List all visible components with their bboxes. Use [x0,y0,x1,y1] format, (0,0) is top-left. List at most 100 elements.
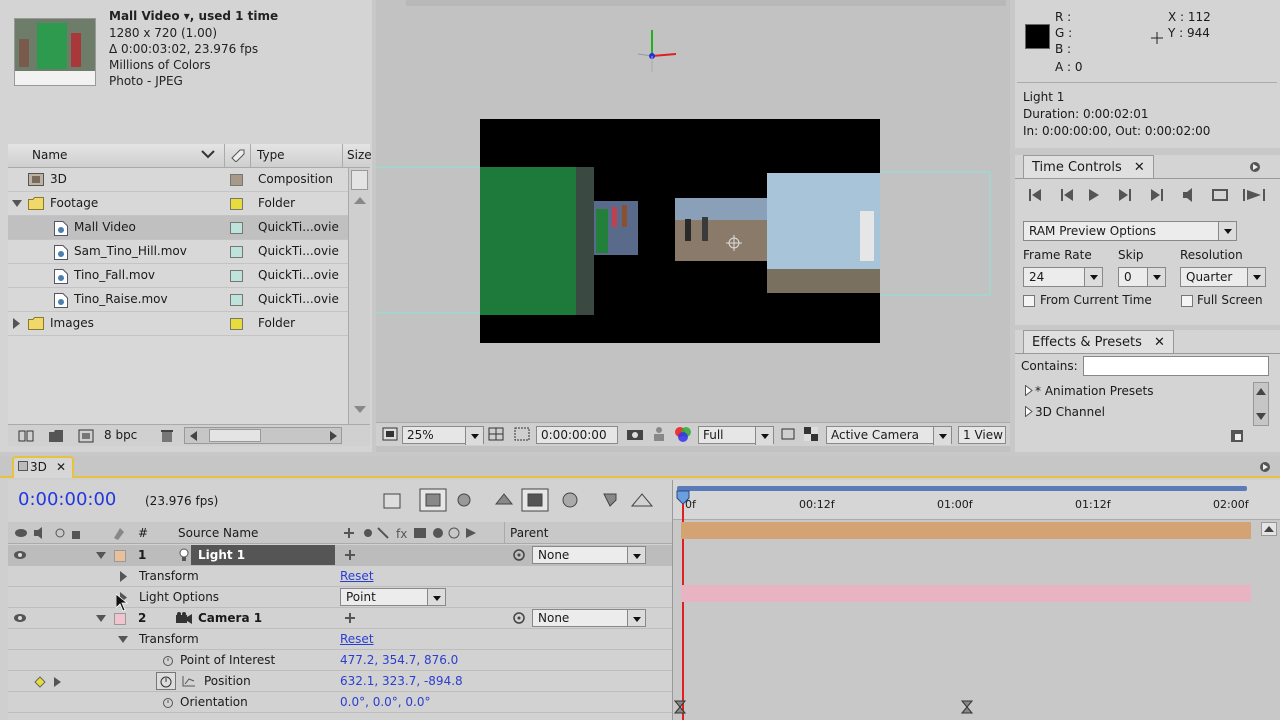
ram-preview-select[interactable]: RAM Preview Options [1023,221,1237,241]
layer-name[interactable]: Light 1 [198,548,245,562]
label-tag-icon[interactable] [230,148,246,162]
disclosure-closed-icon[interactable] [13,318,21,329]
list-item[interactable]: Images Folder [8,312,348,336]
label-swatch[interactable] [230,270,243,282]
transparency-grid-icon[interactable] [804,427,818,441]
graph-icon[interactable] [182,675,196,687]
timeline-switches-toolbar[interactable] [380,488,660,512]
project-scrollbar[interactable] [348,168,370,426]
timeline-timecode[interactable]: 0:00:00:00 [18,489,116,510]
list-item[interactable]: Sam_Tino_Hill.mov QuickTi...ovie [8,240,348,264]
timeline-graph-area[interactable]: 0f 00:12f 01:00f 01:12f 02:00f [672,480,1280,720]
view-layout-select[interactable]: 1 View [958,426,1006,444]
property-row[interactable]: Transform Reset [8,566,672,587]
point-of-interest-value[interactable]: 477.2, 354.7, 876.0 [340,653,458,667]
preview-resolution-select[interactable]: Quarter [1180,267,1266,287]
label-swatch[interactable] [230,174,243,186]
scroll-handle[interactable] [351,170,368,190]
skip-select[interactable]: 0 [1118,267,1166,287]
list-item[interactable]: Mall Video QuickTi...ovie [8,216,348,240]
reset-link[interactable]: Reset [340,569,374,583]
stopwatch-icon[interactable] [162,696,174,708]
chevron-down-icon[interactable] [627,610,645,626]
column-source-name-header[interactable]: Source Name [178,526,258,540]
disclosure-closed-icon[interactable] [120,571,128,582]
effects-item[interactable]: * Animation Presets [1035,384,1153,398]
property-row[interactable]: Orientation 0.0°, 0.0°, 0.0° [8,692,672,713]
effects-item[interactable]: 3D Channel [1035,405,1105,419]
new-composition-icon[interactable] [78,429,94,443]
zoom-select[interactable]: 25% [402,426,484,445]
scroll-thumb[interactable] [209,429,261,442]
column-type-header[interactable]: Type [257,148,285,162]
column-parent-header[interactable]: Parent [510,526,548,540]
scroll-up-icon[interactable] [354,196,366,204]
list-item[interactable]: Tino_Fall.mov QuickTi...ovie [8,264,348,288]
property-row[interactable]: Transform Reset [8,629,672,650]
current-time-display[interactable]: 0:00:00:00 [536,426,618,444]
layer-row-light-1[interactable]: 1 Light 1 None [8,545,672,566]
disclosure-open-icon[interactable] [96,552,106,560]
list-item[interactable]: Tino_Raise.mov QuickTi...ovie [8,288,348,312]
property-row[interactable]: Position 632.1, 323.7, -894.8 [8,671,672,692]
scroll-down-icon[interactable] [354,406,366,414]
panel-menu-icon[interactable] [1227,161,1261,173]
scroll-up-icon[interactable] [1256,387,1266,395]
playback-buttons[interactable] [1025,185,1277,205]
orientation-value[interactable]: 0.0°, 0.0°, 0.0° [340,695,431,709]
tab-3d-comp[interactable]: 3D ✕ [12,456,74,478]
chevron-down-icon[interactable] [1084,268,1102,286]
label-swatch[interactable] [230,222,243,234]
av-switches-icons[interactable] [14,526,124,540]
layer-duration-bar[interactable] [681,585,1251,602]
work-area-bar[interactable] [677,486,1247,491]
keyframe-marker[interactable] [674,700,686,714]
close-icon[interactable]: ✕ [1134,160,1145,175]
chevron-down-icon[interactable] [427,589,445,605]
property-row[interactable]: Point of Interest 477.2, 354.7, 876.0 [8,650,672,671]
safe-margins-icon[interactable] [488,427,504,441]
horizontal-scrollbar[interactable] [184,427,342,444]
effects-search-input[interactable] [1083,356,1269,376]
mask-visibility-icon[interactable] [514,427,530,441]
layer-duration-bar[interactable] [681,522,1251,539]
label-swatch[interactable] [230,198,243,210]
layer-row-camera-1[interactable]: 2 Camera 1 None [8,608,672,629]
stopwatch-active-icon[interactable] [156,672,176,690]
3d-view-select[interactable]: Active Camera [826,426,952,445]
label-swatch[interactable] [230,246,243,258]
show-snapshot-icon[interactable] [652,426,666,442]
disclosure-open-icon[interactable] [96,615,106,623]
time-ruler[interactable]: 0f 00:12f 01:00f 01:12f 02:00f [673,480,1280,520]
new-preset-icon[interactable] [1231,430,1243,442]
tab-time-controls[interactable]: Time Controls ✕ [1023,155,1154,179]
disclosure-open-icon[interactable] [118,636,128,644]
scroll-left-icon[interactable] [189,431,197,441]
list-item[interactable]: Footage Folder [8,192,348,216]
close-icon[interactable]: ✕ [56,460,66,474]
disclosure-closed-icon[interactable] [1025,385,1033,396]
chevron-down-icon[interactable] [1218,222,1236,240]
chevron-down-icon[interactable] [755,427,773,445]
interpret-footage-icon[interactable] [18,429,34,443]
frame-rate-select[interactable]: 24 [1023,267,1103,287]
composition-viewer[interactable]: 25% 0:00:00:00 Full Active Camera 1 View [376,0,1010,452]
stopwatch-icon[interactable] [162,654,174,666]
chevron-down-icon[interactable] [933,427,951,445]
snapshot-camera-icon[interactable] [626,427,644,441]
footage-title[interactable]: Mall Video ▾, used 1 time [109,9,278,23]
resolution-select[interactable]: Full [698,426,774,445]
parent-select[interactable]: None [532,546,646,564]
chevron-down-icon[interactable] [1247,268,1265,286]
disclosure-open-icon[interactable] [12,200,22,208]
effects-scrollbar[interactable] [1253,382,1269,426]
region-of-interest-icon[interactable] [780,427,796,441]
layer-label-swatch[interactable] [114,613,126,625]
layer-name[interactable]: Camera 1 [198,611,262,625]
pick-whip-icon[interactable] [513,549,525,561]
label-swatch[interactable] [230,318,243,330]
visibility-eye-icon[interactable] [13,550,27,560]
column-size-header[interactable]: Size [347,148,372,162]
keyframe-marker[interactable] [961,700,973,714]
light-type-select[interactable]: Point [340,588,446,606]
